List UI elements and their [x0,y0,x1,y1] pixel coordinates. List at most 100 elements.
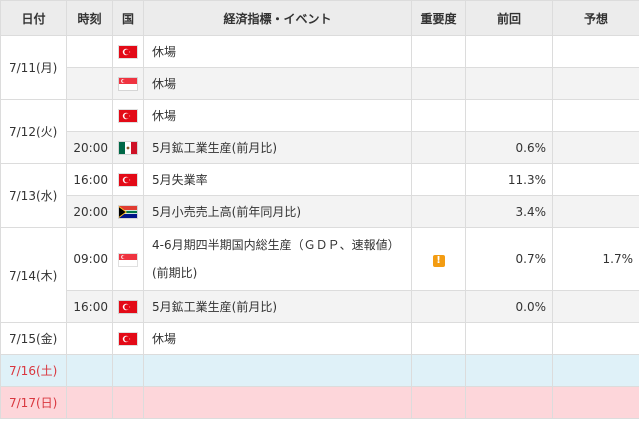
event-cell[interactable]: 休場 [143,99,412,132]
forecast-cell [552,322,639,355]
header-time[interactable]: 時刻 [66,0,113,36]
forecast-cell: 1.7% [552,227,639,291]
previous-cell: 3.4% [465,195,553,228]
country-cell [112,290,144,323]
table-row: 16:00 5月鉱工業生産(前月比) 0.0% [1,290,639,323]
table-row: 20:00 5月小売売上高(前年同月比) 3.4% [1,195,639,228]
table-row: 7/12(火) 休場 [0,99,639,164]
previous-cell [465,386,553,419]
country-cell [112,227,144,291]
event-cell[interactable]: 休場 [143,322,412,355]
header-country[interactable]: 国 [112,0,144,36]
turkey-flag-icon [119,110,137,122]
date-cell: 7/15(金) [0,322,67,355]
previous-cell [465,35,553,68]
event-cell[interactable]: 5月失業率 [143,163,412,196]
importance-cell [411,322,466,355]
time-cell: 20:00 [66,195,113,228]
time-cell: 09:00 [66,227,113,291]
header-row: 日付 時刻 国 経済指標・イベント 重要度 前回 予想 [0,0,639,36]
previous-cell: 0.6% [465,131,553,164]
country-cell [112,322,144,355]
event-cell[interactable]: 5月小売売上高(前年同月比) [143,195,412,228]
forecast-cell [552,99,639,132]
header-previous[interactable]: 前回 [465,0,553,36]
country-cell [112,386,144,419]
event-cell[interactable]: 5月鉱工業生産(前月比) [143,131,412,164]
time-cell: 20:00 [66,131,113,164]
singapore-flag-icon [119,253,137,266]
event-cell[interactable]: 休場 [143,67,412,100]
date-cell: 7/11(月) [0,35,67,100]
country-cell [112,131,144,164]
time-cell: 16:00 [66,163,113,196]
table-row: 7/15(金) 休場 [0,322,639,355]
event-cell[interactable]: 休場 [143,35,412,68]
previous-cell: 11.3% [465,163,553,196]
south-africa-flag-icon [119,206,137,218]
table-row: 7/14(木) 09:00 4-6月期四半期国内総生産（ＧＤＰ、速報値）(前期比… [0,227,639,323]
forecast-cell [552,354,639,387]
country-cell [112,195,144,228]
table-row: 7/17(日) [0,386,639,419]
time-cell [66,322,113,355]
turkey-flag-icon [119,174,137,186]
date-cell: 7/17(日) [0,386,67,419]
previous-cell [465,322,553,355]
importance-cell [411,35,466,68]
event-cell [143,354,412,387]
importance-cell: ! [411,227,466,291]
previous-cell [465,354,553,387]
importance-cell [411,195,466,228]
importance-cell [411,131,466,164]
importance-cell [411,99,466,132]
table-row: 7/11(月) 休場 [0,35,639,100]
country-cell [112,163,144,196]
header-forecast[interactable]: 予想 [552,0,639,36]
economic-calendar-table: 日付 時刻 国 経済指標・イベント 重要度 前回 予想 7/11(月) 休場 休… [0,0,639,419]
time-cell [66,35,113,68]
previous-cell [465,67,553,100]
time-cell [66,354,113,387]
time-cell [66,386,113,419]
forecast-cell [552,386,639,419]
table-row: 7/16(土) [0,354,639,387]
date-cell: 7/13(水) [0,163,67,228]
event-cell[interactable]: 4-6月期四半期国内総生産（ＧＤＰ、速報値）(前期比) [143,227,412,291]
date-cell: 7/12(火) [0,99,67,164]
time-cell [66,99,113,132]
table-row: 7/13(水) 16:00 5月失業率 11.3% [0,163,639,228]
forecast-cell [552,195,639,228]
forecast-cell [552,131,639,164]
singapore-flag-icon [119,78,137,90]
country-cell [112,354,144,387]
time-cell [66,67,113,100]
table-row: 20:00 5月鉱工業生産(前月比) 0.6% [1,131,639,164]
turkey-flag-icon [119,301,137,313]
date-cell: 7/16(土) [0,354,67,387]
header-event[interactable]: 経済指標・イベント [143,0,412,36]
previous-cell: 0.7% [465,227,553,291]
time-cell: 16:00 [66,290,113,323]
previous-cell: 0.0% [465,290,553,323]
importance-cell [411,163,466,196]
importance-cell [411,67,466,100]
previous-cell [465,99,553,132]
forecast-cell [552,35,639,68]
turkey-flag-icon [119,333,137,345]
importance-cell [411,290,466,323]
turkey-flag-icon [119,46,137,58]
header-date[interactable]: 日付 [0,0,67,36]
importance-cell [411,354,466,387]
mexico-flag-icon [119,142,137,154]
country-cell [112,99,144,132]
importance-alert-icon: ! [432,254,445,267]
table-row: 休場 [1,67,639,100]
forecast-cell [552,67,639,100]
event-cell [143,386,412,419]
country-cell [112,35,144,68]
forecast-cell [552,290,639,323]
header-importance[interactable]: 重要度 [411,0,466,36]
event-cell[interactable]: 5月鉱工業生産(前月比) [143,290,412,323]
forecast-cell [552,163,639,196]
